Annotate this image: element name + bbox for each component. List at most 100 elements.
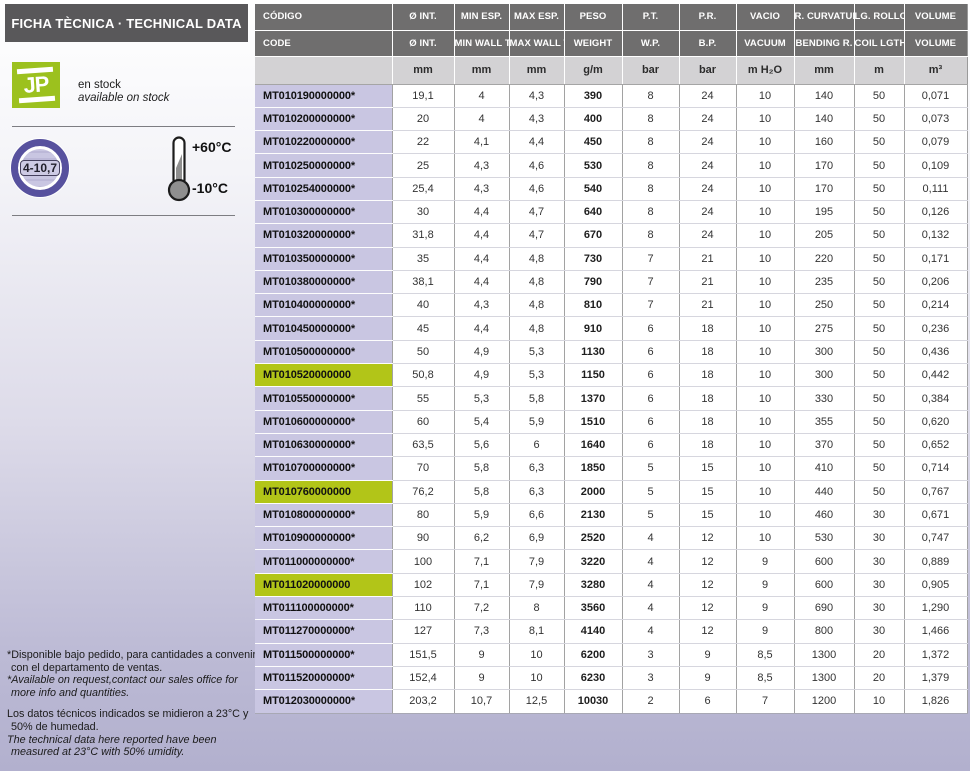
value-cell: 0,236 xyxy=(904,317,967,340)
footnote-measured-en: The technical data here reported have be… xyxy=(5,734,257,759)
value-cell: 1300 xyxy=(794,643,854,666)
column-header-en: B.P. xyxy=(679,30,736,56)
value-cell: 50 xyxy=(392,340,454,363)
code-cell: MT011270000000* xyxy=(255,620,392,643)
value-cell: 5,3 xyxy=(509,340,564,363)
value-cell: 4,7 xyxy=(509,224,564,247)
logo-bar-bottom xyxy=(19,96,55,103)
value-cell: 4 xyxy=(622,550,679,573)
value-cell: 4 xyxy=(622,597,679,620)
value-cell: 22 xyxy=(392,131,454,154)
value-cell: 50 xyxy=(854,410,904,433)
value-cell: 4,9 xyxy=(454,340,509,363)
value-cell: 10 xyxy=(736,154,794,177)
unit-cell: mm xyxy=(454,56,509,84)
value-cell: 7 xyxy=(622,270,679,293)
value-cell: 390 xyxy=(564,84,622,107)
value-cell: 24 xyxy=(679,200,736,223)
value-cell: 10 xyxy=(736,364,794,387)
value-cell: 50 xyxy=(854,200,904,223)
value-cell: 1,372 xyxy=(904,643,967,666)
table-row: MT010800000000*805,96,6213051510460300,6… xyxy=(255,503,967,526)
value-cell: 5,6 xyxy=(454,433,509,456)
value-cell: 38,1 xyxy=(392,270,454,293)
value-cell: 4,4 xyxy=(454,247,509,270)
column-header-en: VOLUME xyxy=(904,30,967,56)
code-cell: MT010300000000* xyxy=(255,200,392,223)
value-cell: 18 xyxy=(679,340,736,363)
table-row: MT010190000000*19,144,339082410140500,07… xyxy=(255,84,967,107)
value-cell: 0,442 xyxy=(904,364,967,387)
table-row: MT010450000000*454,44,891061810275500,23… xyxy=(255,317,967,340)
value-cell: 1510 xyxy=(564,410,622,433)
value-cell: 10 xyxy=(736,457,794,480)
table-row: MT010250000000*254,34,653082410170500,10… xyxy=(255,154,967,177)
value-cell: 140 xyxy=(794,107,854,130)
value-cell: 63,5 xyxy=(392,433,454,456)
table-row: MT011520000000*152,49106230398,51300201,… xyxy=(255,666,967,689)
value-cell: 8 xyxy=(509,597,564,620)
value-cell: 4,6 xyxy=(509,154,564,177)
value-cell: 30 xyxy=(854,597,904,620)
value-cell: 6 xyxy=(622,387,679,410)
value-cell: 12 xyxy=(679,573,736,596)
column-header-en: W.P. xyxy=(622,30,679,56)
value-cell: 220 xyxy=(794,247,854,270)
value-cell: 35 xyxy=(392,247,454,270)
table-row: MT010600000000*605,45,9151061810355500,6… xyxy=(255,410,967,433)
value-cell: 6 xyxy=(622,410,679,433)
value-cell: 0,109 xyxy=(904,154,967,177)
column-header-en: MAX WALL TH. xyxy=(509,30,564,56)
value-cell: 170 xyxy=(794,154,854,177)
column-header-en: VACUUM xyxy=(736,30,794,56)
value-cell: 4,3 xyxy=(454,177,509,200)
value-cell: 410 xyxy=(794,457,854,480)
value-cell: 20 xyxy=(392,107,454,130)
table-row: MT010220000000*224,14,445082410160500,07… xyxy=(255,131,967,154)
value-cell: 55 xyxy=(392,387,454,410)
value-cell: 5,4 xyxy=(454,410,509,433)
value-cell: 530 xyxy=(794,527,854,550)
value-cell: 10,7 xyxy=(454,690,509,713)
table-row: MT011500000000*151,59106200398,51300201,… xyxy=(255,643,967,666)
value-cell: 0,767 xyxy=(904,480,967,503)
column-header-es: PESO xyxy=(564,4,622,30)
value-cell: 355 xyxy=(794,410,854,433)
value-cell: 5,8 xyxy=(509,387,564,410)
value-cell: 4,7 xyxy=(509,200,564,223)
value-cell: 4,8 xyxy=(509,270,564,293)
value-cell: 205 xyxy=(794,224,854,247)
value-cell: 9 xyxy=(454,643,509,666)
stock-label-es: en stock xyxy=(78,79,169,92)
value-cell: 0,620 xyxy=(904,410,967,433)
code-cell: MT011000000000* xyxy=(255,550,392,573)
footnotes: *Disponible bajo pedido, para cantidades… xyxy=(5,649,257,759)
value-cell: 9 xyxy=(736,597,794,620)
value-cell: 4 xyxy=(622,620,679,643)
value-cell: 10 xyxy=(736,224,794,247)
value-cell: 6 xyxy=(679,690,736,713)
value-cell: 152,4 xyxy=(392,666,454,689)
value-cell: 10 xyxy=(736,247,794,270)
value-cell: 7,1 xyxy=(454,573,509,596)
column-header-es: Ø INT. xyxy=(392,4,454,30)
code-cell: MT010250000000* xyxy=(255,154,392,177)
footnote-measured-es: Los datos técnicos indicados se midieron… xyxy=(5,708,257,733)
table-row: MT011270000000*1277,38,141404129800301,4… xyxy=(255,620,967,643)
value-cell: 4,4 xyxy=(454,224,509,247)
table-row: MT010200000000*2044,340082410140500,073 xyxy=(255,107,967,130)
value-cell: 7,3 xyxy=(454,620,509,643)
value-cell: 300 xyxy=(794,340,854,363)
value-cell: 8 xyxy=(622,84,679,107)
value-cell: 12 xyxy=(679,597,736,620)
value-cell: 0,132 xyxy=(904,224,967,247)
value-cell: 6230 xyxy=(564,666,622,689)
value-cell: 1370 xyxy=(564,387,622,410)
value-cell: 10 xyxy=(509,666,564,689)
value-cell: 330 xyxy=(794,387,854,410)
value-cell: 1,379 xyxy=(904,666,967,689)
value-cell: 3 xyxy=(622,666,679,689)
column-header-en: BENDING R. xyxy=(794,30,854,56)
value-cell: 1,826 xyxy=(904,690,967,713)
table-row: MT012030000000*203,210,712,5100302671200… xyxy=(255,690,967,713)
